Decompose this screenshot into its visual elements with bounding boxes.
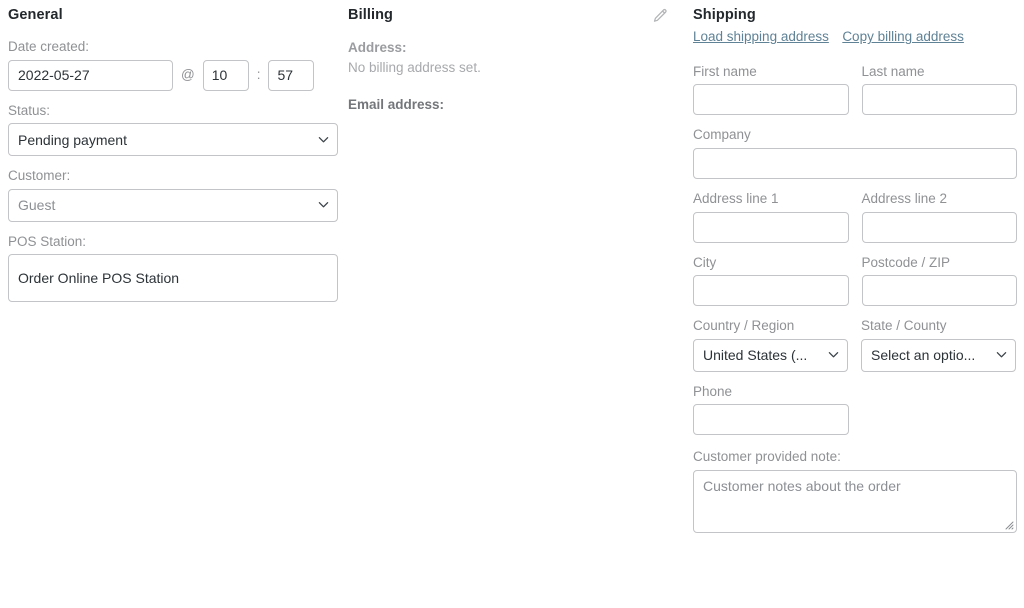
phone-field: Phone (693, 383, 849, 436)
city-postcode-row: City Postcode / ZIP (693, 254, 1017, 307)
first-name-input[interactable] (693, 84, 849, 116)
chevron-down-icon (996, 349, 1007, 360)
customer-select-value: Guest (18, 197, 56, 214)
state-label: State / County (861, 318, 947, 334)
postcode-input[interactable] (861, 275, 1017, 307)
country-label: Country / Region (693, 318, 795, 334)
first-name-label: First name (693, 63, 757, 79)
order-edit-screen: General Date created: @ : Status: Pendin… (0, 0, 1024, 608)
date-created-input[interactable] (8, 59, 173, 91)
country-state-row: Country / Region United States (... Stat… (693, 317, 1017, 372)
billing-panel: Billing Address: No billing address set.… (348, 0, 678, 115)
customer-note-label: Customer provided note: (693, 449, 841, 465)
status-select[interactable]: Pending payment (8, 123, 338, 157)
pos-station-label: POS Station: (8, 233, 87, 249)
pencil-icon[interactable] (652, 8, 668, 24)
address-line-1-field: Address line 1 (693, 190, 849, 243)
city-field: City (693, 254, 849, 307)
address-line-1-label: Address line 1 (693, 191, 779, 207)
phone-label: Phone (693, 383, 733, 399)
billing-header: Billing (348, 6, 678, 24)
pos-station-input[interactable] (8, 254, 338, 303)
first-name-field: First name (693, 63, 849, 116)
date-created-label: Date created: (8, 39, 90, 55)
hour-input[interactable] (202, 59, 249, 91)
phone-row: Phone (693, 383, 1017, 436)
load-shipping-address-link[interactable]: Load shipping address (693, 29, 829, 44)
general-panel-title: General (8, 7, 63, 23)
at-symbol: @ (181, 67, 195, 83)
time-separator: : (256, 67, 261, 83)
general-panel: General Date created: @ : Status: Pendin… (8, 0, 338, 303)
last-name-label: Last name (861, 63, 925, 79)
customer-note-textarea[interactable] (693, 469, 1017, 533)
country-select[interactable]: United States (... (693, 338, 848, 372)
billing-address-value: No billing address set. (348, 59, 481, 75)
minute-input[interactable] (268, 59, 315, 91)
country-select-value: United States (... (703, 347, 808, 364)
name-row: First name Last name (693, 63, 1017, 116)
chevron-down-icon (318, 134, 329, 145)
customer-note-wrapper (693, 469, 1017, 533)
company-label: Company (693, 127, 751, 143)
postcode-label: Postcode / ZIP (861, 254, 951, 270)
date-created-row: @ : (8, 59, 338, 91)
address-line-2-label: Address line 2 (861, 191, 948, 207)
address-line-2-input[interactable] (861, 211, 1017, 243)
billing-address-label: Address: (348, 40, 407, 56)
status-label: Status: (8, 102, 51, 118)
customer-label: Customer: (8, 168, 71, 184)
postcode-field: Postcode / ZIP (861, 254, 1017, 307)
status-select-value: Pending payment (18, 131, 127, 148)
billing-panel-title: Billing (348, 7, 393, 23)
last-name-input[interactable] (861, 84, 1017, 116)
customer-select[interactable]: Guest (8, 188, 338, 222)
country-field: Country / Region United States (... (693, 317, 848, 372)
company-input[interactable] (693, 148, 1017, 180)
address-row: Address line 1 Address line 2 (693, 190, 1017, 243)
city-label: City (693, 254, 717, 270)
shipping-links: Load shipping address Copy billing addre… (693, 27, 1017, 48)
phone-input[interactable] (693, 404, 849, 436)
chevron-down-icon (828, 349, 839, 360)
last-name-field: Last name (861, 63, 1017, 116)
company-field: Company (693, 126, 1017, 180)
state-select-value: Select an optio... (871, 347, 976, 364)
city-input[interactable] (693, 275, 849, 307)
billing-email-label: Email address: (348, 97, 445, 113)
state-select[interactable]: Select an optio... (861, 338, 1016, 372)
shipping-panel: Shipping Load shipping address Copy bill… (693, 0, 1017, 533)
shipping-panel-title: Shipping (693, 7, 756, 23)
address-line-1-input[interactable] (693, 211, 849, 243)
copy-billing-address-link[interactable]: Copy billing address (842, 29, 964, 44)
state-field: State / County Select an optio... (861, 317, 1016, 372)
address-line-2-field: Address line 2 (861, 190, 1017, 243)
chevron-down-icon (318, 199, 329, 210)
